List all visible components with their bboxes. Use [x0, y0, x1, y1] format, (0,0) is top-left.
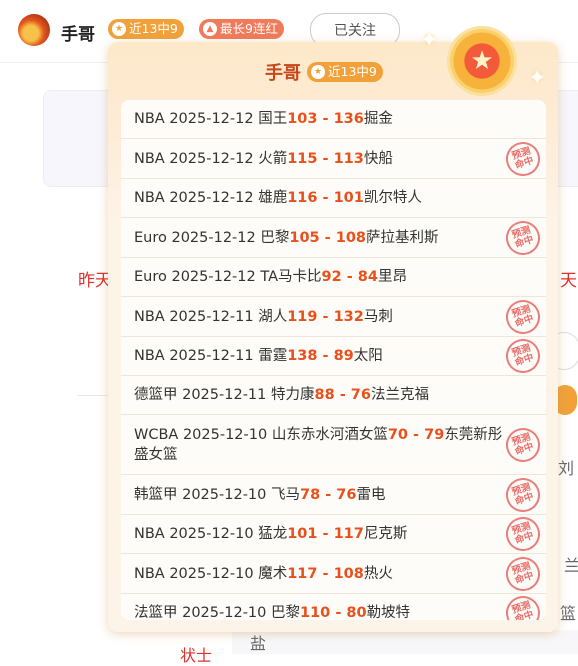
game-teams-date: 韩篮甲 2025-12-10 飞马: [134, 486, 300, 503]
game-teams-date: 法篮甲 2025-12-10 巴黎: [134, 605, 300, 620]
game-text: NBA 2025-12-10 魔术117 - 108热火: [134, 564, 393, 584]
game-row[interactable]: 韩篮甲 2025-12-10 飞马78 - 76雷电 预测 命中: [121, 473, 546, 516]
prediction-hit-stamp-icon: 预测 命中: [501, 552, 545, 595]
game-score: 78 - 76: [300, 486, 357, 503]
game-text: 韩篮甲 2025-12-10 飞马78 - 76雷电: [134, 485, 385, 505]
game-away-team: 马刺: [363, 308, 393, 325]
game-text: NBA 2025-12-12 国王103 - 136掘金: [134, 109, 393, 129]
game-record-list: NBA 2025-12-12 国王103 - 136掘金 NBA 2025-12-…: [121, 100, 546, 620]
flame-icon: ▲: [203, 22, 217, 36]
game-teams-date: Euro 2025-12-12 TA马卡比: [134, 269, 322, 285]
game-score: 116 - 101: [287, 190, 364, 206]
avatar[interactable]: [18, 14, 50, 46]
game-text: WCBA 2025-12-10 山东赤水河酒女篮70 - 79东莞新彤盛女篮: [134, 425, 506, 465]
star-icon: ★: [112, 22, 126, 36]
game-text: NBA 2025-12-11 雷霆138 - 89太阳: [134, 346, 383, 366]
game-row[interactable]: NBA 2025-12-10 魔术117 - 108热火 预测 命中: [121, 552, 546, 595]
game-away-team: 里昂: [378, 269, 407, 285]
game-row[interactable]: NBA 2025-12-12 火箭115 - 113快船 预测 命中: [121, 137, 546, 180]
game-row[interactable]: Euro 2025-12-12 TA马卡比92 - 84里昂: [121, 258, 546, 297]
prediction-hit-stamp-icon: 预测 命中: [501, 423, 545, 466]
game-away-team: 萨拉基利斯: [366, 229, 439, 246]
longest-streak-label: 最长9连红: [220, 21, 278, 36]
game-away-team: 掘金: [363, 111, 393, 127]
popup-expert-name: 手哥: [265, 63, 301, 84]
game-score: 70 - 79: [387, 426, 445, 443]
prediction-hit-stamp-icon: 预测 命中: [501, 512, 545, 556]
background-text-b: 兰: [564, 556, 578, 575]
game-row[interactable]: NBA 2025-12-12 国王103 - 136掘金: [121, 100, 546, 139]
prediction-hit-stamp-icon: 预测 命中: [501, 591, 545, 620]
game-teams-date: Euro 2025-12-12 巴黎: [134, 229, 290, 246]
streak-badge-label: 近13中9: [129, 21, 178, 36]
background-tab-yesterday[interactable]: 昨天: [78, 266, 112, 291]
game-text: Euro 2025-12-12 TA马卡比92 - 84里昂: [134, 267, 407, 287]
game-teams-date: 德篮甲 2025-12-11 特力康: [134, 387, 315, 403]
prediction-record-popup: 手哥 ★ 近13中9 ★ ✦ ✦ NBA 2025-12-12 国王103 - …: [108, 28, 558, 632]
game-score: 115 - 113: [287, 150, 364, 167]
prediction-hit-stamp-icon: 预测 命中: [501, 137, 545, 180]
game-row[interactable]: NBA 2025-12-10 猛龙101 - 117尼克斯 预测 命中: [121, 512, 546, 556]
game-away-team: 勒坡特: [366, 605, 411, 620]
medal-icon: ★: [450, 29, 514, 93]
background-bottom-bar: [232, 630, 578, 654]
game-teams-date: NBA 2025-12-11 湖人: [134, 308, 288, 325]
prediction-hit-stamp-icon: 预测 命中: [501, 216, 545, 259]
game-teams-date: WCBA 2025-12-10 山东赤水河酒女篮: [134, 426, 388, 443]
game-score: 92 - 84: [321, 269, 378, 285]
game-score: 88 - 76: [314, 387, 371, 403]
background-tab-right[interactable]: 天: [560, 266, 577, 291]
game-text: NBA 2025-12-10 猛龙101 - 117尼克斯: [134, 524, 407, 544]
background-text-a: 刘: [558, 459, 575, 478]
game-away-team: 快船: [363, 150, 393, 167]
game-away-team: 太阳: [353, 348, 383, 364]
prediction-hit-stamp-icon: 预测 命中: [501, 334, 545, 378]
star-icon: ★: [311, 65, 325, 79]
game-away-team: 尼克斯: [363, 526, 408, 542]
background-text-c: 篮: [560, 604, 577, 623]
popup-title: 手哥 ★ 近13中9: [265, 59, 383, 85]
prediction-hit-stamp-icon: 预测 命中: [501, 473, 545, 516]
game-away-team: 凯尔特人: [363, 190, 422, 206]
game-text: NBA 2025-12-12 火箭115 - 113快船: [134, 149, 393, 169]
game-text: NBA 2025-12-12 雄鹿116 - 101凯尔特人: [134, 188, 422, 208]
popup-streak-label: 近13中9: [328, 64, 377, 79]
expert-name[interactable]: 手哥: [61, 20, 95, 45]
game-row[interactable]: 德篮甲 2025-12-11 特力康88 - 76法兰克福: [121, 376, 546, 415]
game-row[interactable]: NBA 2025-12-12 雄鹿116 - 101凯尔特人: [121, 179, 546, 218]
popup-streak-badge: ★ 近13中9: [307, 62, 383, 82]
game-text: NBA 2025-12-11 湖人119 - 132马刺: [134, 307, 393, 327]
sparkle-icon: ✦: [528, 66, 547, 91]
prediction-hit-stamp-icon: 预测 命中: [501, 295, 545, 338]
game-text: Euro 2025-12-12 巴黎105 - 108萨拉基利斯: [134, 228, 439, 248]
game-row[interactable]: WCBA 2025-12-10 山东赤水河酒女篮70 - 79东莞新彤盛女篮 预测…: [121, 415, 546, 475]
sparkle-icon: ✦: [420, 28, 439, 53]
game-score: 105 - 108: [289, 229, 367, 246]
game-text: 德篮甲 2025-12-11 特力康88 - 76法兰克福: [134, 385, 429, 405]
game-row[interactable]: Euro 2025-12-12 巴黎105 - 108萨拉基利斯 预测 命中: [121, 216, 546, 259]
game-score: 110 - 80: [300, 605, 367, 620]
game-teams-date: NBA 2025-12-10 魔术: [134, 565, 288, 582]
game-away-team: 法兰克福: [370, 387, 429, 403]
game-teams-date: NBA 2025-12-12 火箭: [134, 150, 288, 167]
streak-badge: ★ 近13中9: [108, 19, 184, 39]
game-away-team: 雷电: [356, 486, 386, 503]
game-score: 117 - 108: [287, 565, 364, 582]
game-score: 101 - 117: [287, 526, 364, 542]
game-teams-date: NBA 2025-12-12 雄鹿: [134, 190, 288, 206]
game-away-team: 热火: [363, 565, 393, 582]
game-score: 119 - 132: [287, 308, 364, 325]
background-bottom-text: 盐: [250, 634, 267, 653]
game-score: 138 - 89: [287, 348, 354, 364]
game-text: 法篮甲 2025-12-10 巴黎110 - 80勒坡特: [134, 603, 410, 620]
longest-streak-badge: ▲ 最长9连红: [199, 19, 284, 39]
background-bottom-red: 状士: [180, 646, 213, 665]
game-teams-date: NBA 2025-12-12 国王: [134, 111, 288, 127]
game-teams-date: NBA 2025-12-10 猛龙: [134, 526, 288, 542]
game-score: 103 - 136: [287, 111, 364, 127]
game-row[interactable]: 法篮甲 2025-12-10 巴黎110 - 80勒坡特 预测 命中: [121, 591, 546, 620]
game-row[interactable]: NBA 2025-12-11 雷霆138 - 89太阳 预测 命中: [121, 334, 546, 378]
game-row[interactable]: NBA 2025-12-11 湖人119 - 132马刺 预测 命中: [121, 295, 546, 338]
game-teams-date: NBA 2025-12-11 雷霆: [134, 348, 288, 364]
